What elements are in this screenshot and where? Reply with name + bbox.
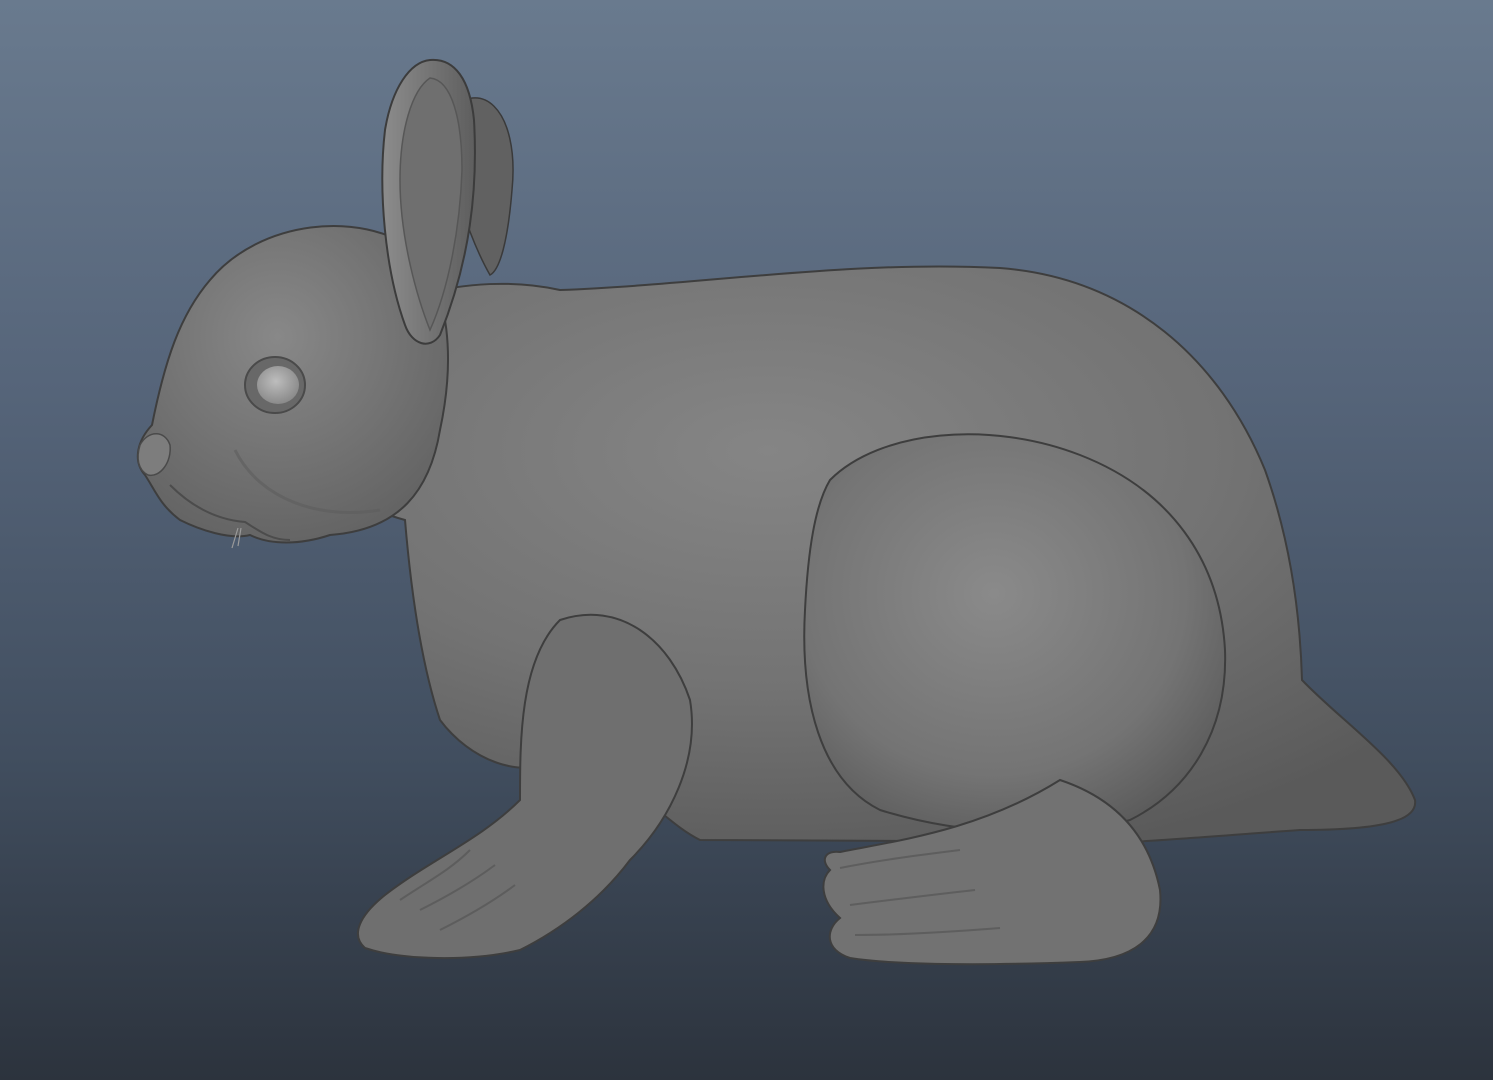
viewport-3d[interactable] — [0, 0, 1493, 1080]
rabbit-model[interactable] — [0, 0, 1493, 1080]
eye-ball — [257, 366, 299, 404]
